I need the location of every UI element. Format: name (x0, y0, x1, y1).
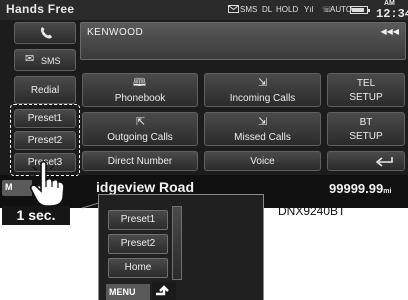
inset-direction-arrow-icon (152, 282, 176, 300)
distance-readout: 99999.99mi (329, 181, 391, 196)
model-number: DNX9240BT (278, 204, 346, 218)
incoming-calls-label: Incoming Calls (229, 93, 296, 104)
envelope-icon (228, 5, 239, 15)
voice-button[interactable]: Voice (204, 151, 321, 171)
sms-envelope-icon: ✉ (25, 53, 35, 65)
signal-strength-icon: Yıl (304, 5, 314, 14)
scroll-back-icon[interactable]: ◀◀◀ (381, 27, 399, 36)
inset-preset1-button[interactable]: Preset1 (108, 210, 168, 230)
hold-indicator: HOLD (276, 5, 299, 14)
missed-calls-label: Missed Calls (234, 132, 291, 143)
status-bar: Hands Free SMS DL HOLD Yıl ☏ AUTO AM 12:… (0, 0, 408, 21)
missed-call-icon: ⇲ (258, 116, 268, 128)
zoom-inset: Preset1 Preset2 Home MENU DNX9240BT (98, 194, 345, 300)
tel-setup-label-1: TEL (356, 78, 376, 89)
return-button[interactable] (327, 151, 405, 171)
direct-number-label: Direct Number (107, 156, 173, 167)
inset-preset1-label: Preset1 (120, 214, 156, 225)
outgoing-calls-button[interactable]: ⇱ Outgoing Calls (82, 112, 198, 146)
inset-button-edge (172, 206, 182, 280)
inset-preset2-label: Preset2 (120, 238, 156, 249)
incoming-call-icon: ⇲ (258, 77, 268, 89)
sms-indicator: SMS (240, 5, 258, 14)
missed-calls-button[interactable]: ⇲ Missed Calls (204, 112, 321, 146)
direct-number-button[interactable]: Direct Number (82, 151, 198, 171)
inset-home-label: Home (124, 262, 152, 273)
distance-unit: mi (383, 188, 392, 195)
tel-setup-button[interactable]: TEL SETUP (327, 73, 405, 107)
redial-label: Redial (30, 85, 60, 96)
bt-setup-label-1: BT (359, 117, 373, 128)
auto-indicator: AUTO (330, 5, 353, 14)
tel-setup-label-2: SETUP (349, 92, 383, 103)
am-pm: AM (384, 0, 395, 7)
screen-title: Hands Free (6, 2, 75, 16)
redial-button[interactable]: Redial (14, 76, 76, 104)
phonebook-button[interactable]: 🕮 Phonebook (82, 73, 198, 107)
phone-handset-icon (41, 27, 52, 39)
phonebook-label: Phonebook (114, 93, 166, 104)
sms-button[interactable]: ✉ SMS (14, 49, 76, 71)
voice-label: Voice (250, 156, 275, 167)
inset-home-button[interactable]: Home (108, 258, 168, 278)
clock: 12:34 (376, 7, 408, 21)
outgoing-calls-label: Outgoing Calls (107, 132, 173, 143)
nav-menu-label: M (5, 182, 13, 192)
inset-menu-label: MENU (109, 287, 136, 297)
distance-value: 99999.99 (329, 181, 384, 196)
device-name: KENWOOD (87, 27, 144, 38)
battery-icon (350, 6, 370, 14)
incoming-calls-button[interactable]: ⇲ Incoming Calls (204, 73, 321, 107)
sms-button-label: SMS (41, 56, 61, 66)
bt-setup-label-2: SETUP (349, 131, 383, 142)
bt-setup-button[interactable]: BT SETUP (327, 112, 405, 146)
device-info-bar: KENWOOD ◀◀◀ (80, 22, 406, 60)
book-icon: 🕮 (133, 77, 146, 89)
pointing-hand-icon (30, 160, 65, 207)
inset-preset2-button[interactable]: Preset2 (108, 234, 168, 254)
inset-menu-button[interactable]: MENU (106, 284, 150, 300)
street-name: idgeview Road (96, 179, 195, 195)
dl-indicator: DL (262, 5, 273, 14)
outgoing-call-icon: ⇱ (136, 116, 146, 128)
return-arrow-icon (375, 157, 393, 167)
call-button[interactable] (14, 22, 76, 44)
hold-duration-label: 1 sec. (2, 206, 70, 225)
